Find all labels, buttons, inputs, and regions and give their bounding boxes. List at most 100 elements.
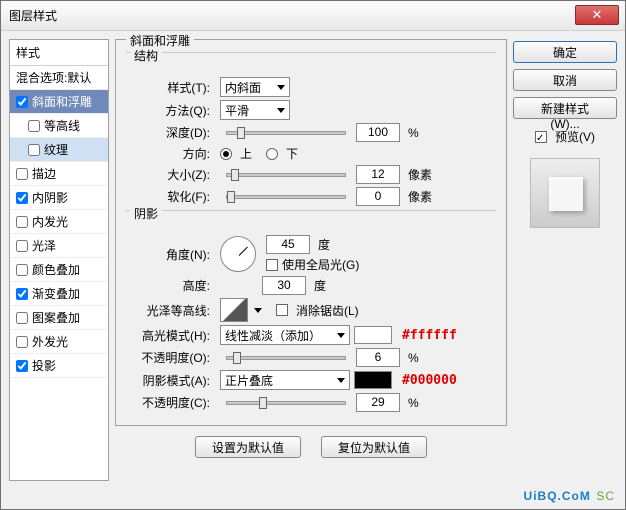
antialias-checkbox[interactable] [276,304,288,316]
shadow-opacity-slider[interactable] [226,401,346,405]
right-column: 确定 取消 新建样式(W)... 预览(V) [513,39,617,481]
preview-checkbox[interactable] [535,131,547,143]
size-label: 大小(Z): [126,166,216,183]
shadow-mode-combo[interactable]: 正片叠底 [220,370,350,390]
dropdown-arrow-icon [337,333,345,338]
watermark: UiBQ.CoM SC [524,487,615,505]
method-combo[interactable]: 平滑 [220,100,290,120]
altitude-label: 高度: [126,277,216,294]
highlight-opacity-slider[interactable] [226,356,346,360]
structure-legend: 结构 [130,47,162,64]
inner-glow-checkbox[interactable] [16,216,28,228]
soften-slider[interactable] [226,195,346,199]
sidebar-blend-options[interactable]: 混合选项:默认 [10,66,108,90]
gradient-overlay-checkbox[interactable] [16,288,28,300]
preview-label: 预览(V) [555,128,595,145]
sidebar-item-inner-glow[interactable]: 内发光 [10,210,108,234]
direction-label: 方向: [126,145,216,162]
title-bar[interactable]: 图层样式 ✕ [1,1,625,31]
size-slider[interactable] [226,173,346,177]
dir-up-radio[interactable] [220,148,232,160]
sidebar-item-contour[interactable]: 等高线 [10,114,108,138]
highlight-opacity-input[interactable]: 6 [356,348,400,367]
style-label: 样式(T): [126,79,216,96]
method-label: 方法(Q): [126,102,216,119]
texture-checkbox[interactable] [28,144,40,156]
altitude-input[interactable]: 30 [262,276,306,295]
sidebar-item-bevel[interactable]: 斜面和浮雕 [10,90,108,114]
shadow-opacity-unit: % [408,396,419,410]
shadow-color-swatch[interactable] [354,371,392,389]
cancel-button[interactable]: 取消 [513,69,617,91]
highlight-opacity-unit: % [408,351,419,365]
highlight-mode-label: 高光模式(H): [126,327,216,344]
soften-label: 软化(F): [126,188,216,205]
sidebar-item-texture[interactable]: 纹理 [10,138,108,162]
sidebar-header: 样式 [10,40,108,66]
new-style-button[interactable]: 新建样式(W)... [513,97,617,119]
angle-unit: 度 [318,236,330,253]
styles-sidebar: 样式 混合选项:默认 斜面和浮雕 等高线 纹理 描边 内阴影 内发光 光泽 颜色… [9,39,109,481]
outer-glow-checkbox[interactable] [16,336,28,348]
soften-unit: 像素 [408,188,432,205]
layer-style-dialog: 图层样式 ✕ 样式 混合选项:默认 斜面和浮雕 等高线 纹理 描边 内阴影 内发… [0,0,626,510]
contour-checkbox[interactable] [28,120,40,132]
highlight-color-swatch[interactable] [354,326,392,344]
dropdown-arrow-icon[interactable] [254,308,262,313]
angle-dial[interactable] [220,236,256,272]
sidebar-item-gradient-overlay[interactable]: 渐变叠加 [10,282,108,306]
soften-input[interactable]: 0 [356,187,400,206]
structure-subgroup: 结构 样式(T): 内斜面 方法(Q): 平滑 深度(D): 100 % [126,52,496,206]
global-light-checkbox[interactable] [266,259,278,271]
default-buttons-row: 设置为默认值 复位为默认值 [115,432,507,462]
bevel-checkbox[interactable] [16,96,28,108]
reset-default-button[interactable]: 复位为默认值 [321,436,427,458]
shadow-hex: #000000 [402,373,457,388]
bevel-group: 斜面和浮雕 结构 样式(T): 内斜面 方法(Q): 平滑 深度(D): 100 [115,39,507,426]
sidebar-item-stroke[interactable]: 描边 [10,162,108,186]
shadow-opacity-label: 不透明度(C): [126,394,216,411]
sidebar-item-outer-glow[interactable]: 外发光 [10,330,108,354]
gloss-contour-picker[interactable] [220,298,248,322]
close-button[interactable]: ✕ [575,5,619,25]
depth-slider[interactable] [226,131,346,135]
altitude-unit: 度 [314,277,326,294]
drop-shadow-checkbox[interactable] [16,360,28,372]
gloss-contour-label: 光泽等高线: [126,302,216,319]
ok-button[interactable]: 确定 [513,41,617,63]
color-overlay-checkbox[interactable] [16,264,28,276]
style-combo[interactable]: 内斜面 [220,77,290,97]
sidebar-item-pattern-overlay[interactable]: 图案叠加 [10,306,108,330]
size-unit: 像素 [408,166,432,183]
angle-input[interactable]: 45 [266,235,310,254]
shadow-opacity-input[interactable]: 29 [356,393,400,412]
preview-thumbnail [530,158,600,228]
shading-legend: 阴影 [130,205,162,222]
size-input[interactable]: 12 [356,165,400,184]
pattern-overlay-checkbox[interactable] [16,312,28,324]
depth-input[interactable]: 100 [356,123,400,142]
dropdown-arrow-icon [277,108,285,113]
satin-checkbox[interactable] [16,240,28,252]
set-default-button[interactable]: 设置为默认值 [195,436,301,458]
window-title: 图层样式 [9,7,57,24]
main-panel: 斜面和浮雕 结构 样式(T): 内斜面 方法(Q): 平滑 深度(D): 100 [115,39,507,481]
shadow-mode-label: 阴影模式(A): [126,372,216,389]
dropdown-arrow-icon [277,85,285,90]
highlight-opacity-label: 不透明度(O): [126,349,216,366]
highlight-mode-combo[interactable]: 线性减淡（添加） [220,325,350,345]
sidebar-item-color-overlay[interactable]: 颜色叠加 [10,258,108,282]
dropdown-arrow-icon [337,378,345,383]
highlight-hex: #ffffff [402,328,457,343]
sidebar-item-satin[interactable]: 光泽 [10,234,108,258]
inner-shadow-checkbox[interactable] [16,192,28,204]
dir-down-radio[interactable] [266,148,278,160]
global-light-label: 使用全局光(G) [282,256,359,273]
angle-label: 角度(N): [126,246,216,263]
sidebar-item-inner-shadow[interactable]: 内阴影 [10,186,108,210]
shading-subgroup: 阴影 角度(N): 45 度 使用全局光(G) [126,210,496,412]
depth-unit: % [408,126,419,140]
antialias-label: 消除锯齿(L) [296,302,359,319]
stroke-checkbox[interactable] [16,168,28,180]
sidebar-item-drop-shadow[interactable]: 投影 [10,354,108,378]
